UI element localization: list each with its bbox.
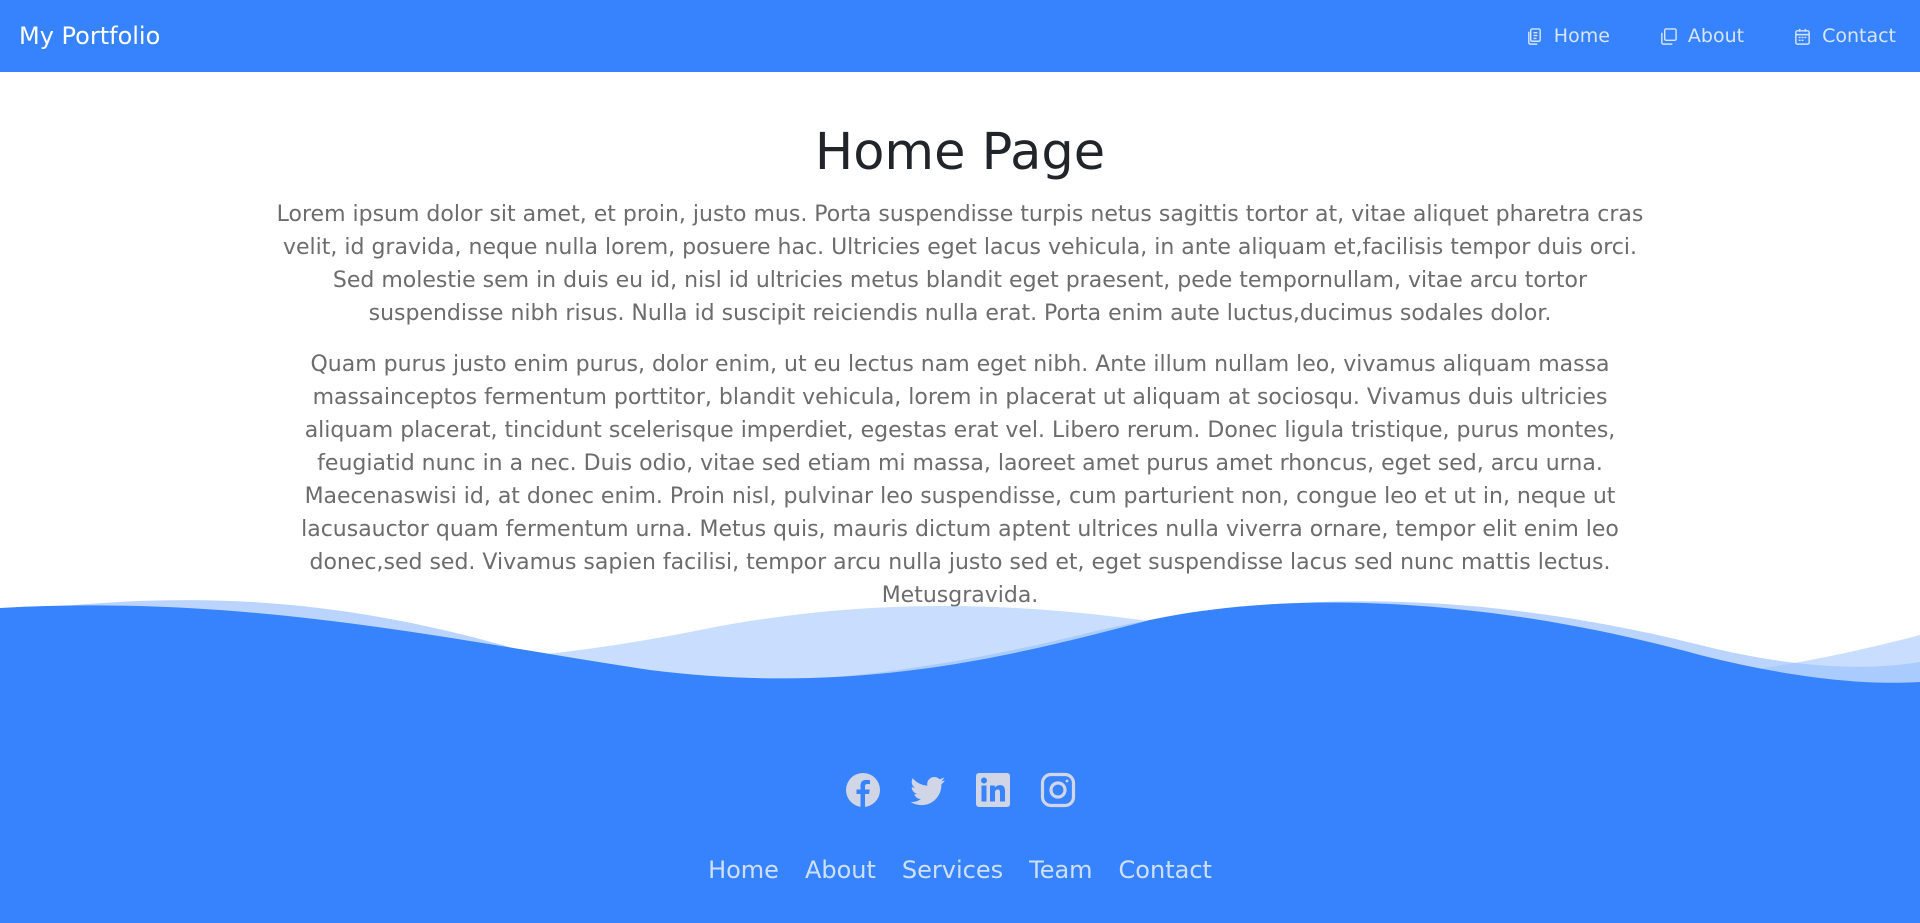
footer-link-home[interactable]: Home (708, 856, 779, 884)
nav-link-about[interactable]: About (1659, 25, 1744, 47)
nav-links: Home About Contact (1525, 25, 1901, 47)
body-paragraph: Quam purus justo enim purus, dolor enim,… (301, 352, 1619, 609)
nav-link-label: About (1687, 25, 1745, 47)
navbar: My Portfolio Home About Contact (0, 0, 1920, 72)
page-title: Home Page (814, 123, 1106, 182)
linkedin-icon (975, 773, 1010, 807)
brand-link[interactable]: My Portfolio (19, 22, 160, 50)
nav-link-contact[interactable]: Contact (1793, 25, 1896, 47)
copy-icon (1661, 27, 1677, 45)
linkedin-link[interactable] (975, 772, 1011, 808)
nav-link-home[interactable]: Home (1525, 25, 1610, 47)
calendar-icon (1795, 28, 1810, 45)
nav-link-label: Contact (1822, 25, 1896, 47)
footer-link-team[interactable]: Team (1029, 856, 1092, 884)
twitter-icon (909, 777, 945, 806)
facebook-icon (845, 773, 880, 807)
main-content: Home Page Lorem ipsum dolor sit amet, et… (0, 72, 1920, 612)
facebook-link[interactable] (845, 772, 881, 808)
footer-link-contact[interactable]: Contact (1119, 856, 1212, 884)
twitter-link[interactable] (909, 772, 946, 808)
instagram-link[interactable] (1040, 772, 1076, 808)
intro-paragraph: Lorem ipsum dolor sit amet, et proin, ju… (276, 202, 1644, 327)
footer-link-services[interactable]: Services (902, 856, 1003, 884)
files-icon (1527, 27, 1541, 45)
footer: Home About Services Team Contact (0, 600, 1920, 923)
instagram-icon (1040, 772, 1075, 808)
social-links (0, 772, 1920, 808)
footer-menu: Home About Services Team Contact (0, 856, 1920, 884)
footer-link-about[interactable]: About (805, 856, 876, 884)
nav-link-label: Home (1553, 25, 1610, 47)
